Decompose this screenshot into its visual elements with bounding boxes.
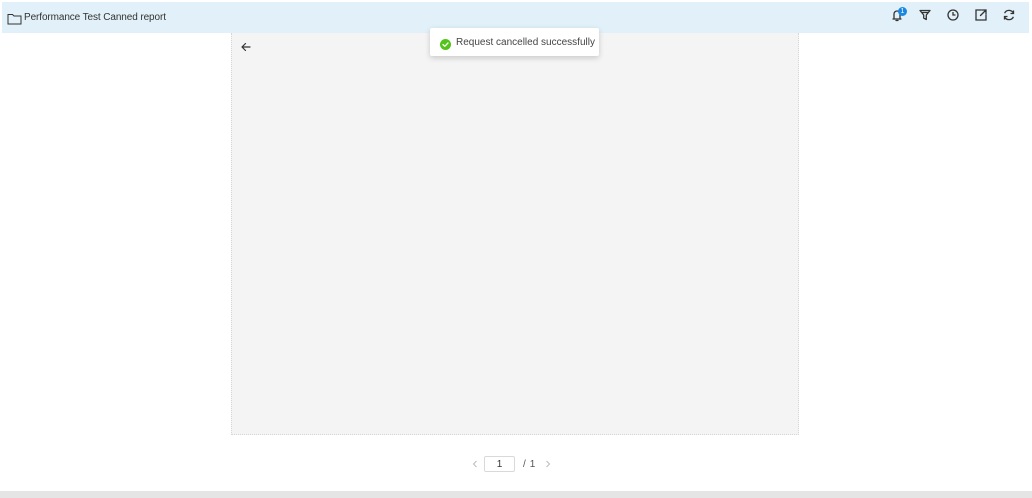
- total-pages: 1: [529, 458, 536, 470]
- page-separator: /: [523, 458, 526, 470]
- export-icon: [974, 8, 988, 27]
- notifications-button[interactable]: 1: [883, 2, 911, 33]
- previous-page-button[interactable]: [470, 456, 480, 472]
- report-canvas: [231, 33, 799, 435]
- toast-message: Request cancelled successfully: [456, 36, 595, 48]
- chevron-left-icon: [472, 460, 477, 468]
- refresh-button[interactable]: [995, 2, 1023, 33]
- check-circle-icon: [440, 37, 451, 50]
- report-title-area: Performance Test Canned report: [7, 12, 166, 24]
- arrow-left-icon: [240, 40, 252, 58]
- notification-badge: 1: [898, 7, 907, 16]
- chevron-right-icon: [546, 460, 551, 468]
- folder-icon: [7, 12, 22, 24]
- export-button[interactable]: [967, 2, 995, 33]
- refresh-icon: [1002, 8, 1016, 27]
- page-number-input[interactable]: [484, 456, 515, 472]
- schedule-button[interactable]: [939, 2, 967, 33]
- back-button[interactable]: [239, 42, 253, 56]
- schedule-icon: [946, 8, 960, 27]
- filter-icon: [918, 8, 932, 27]
- toolbar: 1: [883, 2, 1023, 33]
- bottom-scrollbar: [0, 491, 1032, 498]
- pagination: / 1: [470, 456, 553, 472]
- next-page-button[interactable]: [543, 456, 553, 472]
- success-toast: Request cancelled successfully: [430, 28, 599, 56]
- filter-button[interactable]: [911, 2, 939, 33]
- report-title: Performance Test Canned report: [24, 12, 166, 23]
